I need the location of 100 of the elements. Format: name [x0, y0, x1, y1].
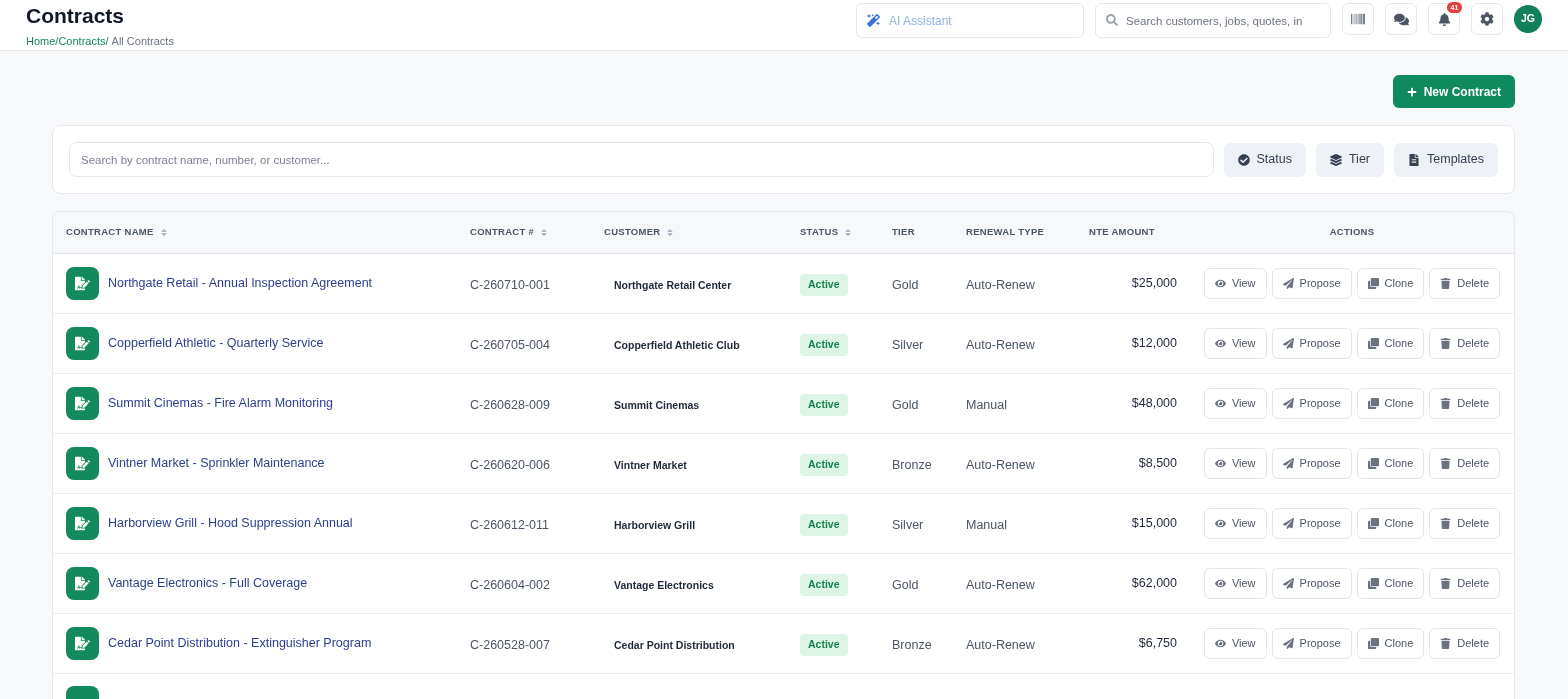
- trash-icon: [1440, 518, 1452, 529]
- contract-name-link[interactable]: Vantage Electronics - Full Coverage: [108, 574, 308, 593]
- copy-icon: [1367, 518, 1379, 529]
- renewal-type: Manual: [966, 397, 1007, 412]
- trash-icon: [1440, 338, 1452, 349]
- contract-icon: [66, 507, 99, 540]
- clone-button[interactable]: Clone: [1356, 448, 1425, 479]
- customer-name: Vintner Market: [614, 458, 687, 471]
- tier-label: Gold: [892, 577, 919, 592]
- view-button[interactable]: View: [1203, 448, 1267, 479]
- status-badge: Active: [800, 394, 848, 416]
- copy-icon: [1367, 578, 1379, 589]
- view-button[interactable]: View: [1203, 268, 1267, 299]
- column-header[interactable]: CUSTOMER: [604, 225, 661, 240]
- clone-button[interactable]: Clone: [1356, 328, 1425, 359]
- contract-name-link[interactable]: Vintner Market - Sprinkler Maintenance: [108, 454, 325, 473]
- delete-button[interactable]: Delete: [1429, 568, 1501, 599]
- propose-button[interactable]: Propose: [1271, 448, 1352, 479]
- propose-button[interactable]: Propose: [1271, 508, 1352, 539]
- copy-icon: [1367, 278, 1379, 289]
- contract-icon: [66, 327, 99, 360]
- delete-button[interactable]: Delete: [1429, 388, 1501, 419]
- status-filter-button[interactable]: Status: [1223, 142, 1306, 177]
- eye-icon: [1214, 458, 1226, 469]
- eye-icon: [1214, 278, 1226, 289]
- sort-icon[interactable]: [666, 228, 675, 237]
- column-header[interactable]: STATUS: [800, 225, 839, 240]
- sort-icon[interactable]: [540, 228, 549, 237]
- ai-assistant-field[interactable]: AI Assistant: [856, 3, 1084, 38]
- view-button[interactable]: View: [1203, 568, 1267, 599]
- propose-button[interactable]: Propose: [1271, 388, 1352, 419]
- renewal-type: Auto-Renew: [966, 277, 1035, 292]
- tier-label: Gold: [892, 277, 919, 292]
- nte-amount: $25,000: [1131, 275, 1177, 293]
- clone-button[interactable]: Clone: [1356, 388, 1425, 419]
- new-contract-button[interactable]: New Contract: [1392, 75, 1515, 108]
- contract-name-link[interactable]: Cedar Point Distribution - Extinguisher Program: [108, 634, 372, 653]
- contract-name-link[interactable]: Harborview Grill - Hood Suppression Annual: [108, 514, 353, 533]
- page-title: Contracts: [26, 3, 126, 29]
- breadcrumb-separator: /: [105, 34, 109, 48]
- eye-icon: [1214, 518, 1226, 529]
- chat-bubbles-icon: [1393, 11, 1409, 27]
- view-button[interactable]: View: [1203, 628, 1267, 659]
- contract-name-link[interactable]: Northgate Retail - Annual Inspection Agreement: [108, 274, 373, 293]
- tier-label: Bronze: [892, 457, 932, 472]
- tier-label: Silver: [892, 517, 924, 532]
- propose-button[interactable]: Propose: [1271, 568, 1352, 599]
- delete-button[interactable]: Delete: [1429, 268, 1501, 299]
- contract-name-link[interactable]: Summit Cinemas - Fire Alarm Monitoring: [108, 394, 334, 413]
- nte-amount: $12,000: [1131, 335, 1177, 353]
- search-icon: [1106, 14, 1118, 26]
- renewal-type: Manual: [966, 517, 1007, 532]
- status-badge: Active: [800, 274, 848, 296]
- propose-button[interactable]: Propose: [1271, 268, 1352, 299]
- view-button[interactable]: View: [1203, 508, 1267, 539]
- paper-plane-icon: [1282, 338, 1294, 349]
- global-search-field[interactable]: Search customers, jobs, quotes, in: [1095, 3, 1331, 38]
- paper-plane-icon: [1282, 638, 1294, 649]
- delete-button[interactable]: Delete: [1429, 508, 1501, 539]
- delete-button[interactable]: Delete: [1429, 328, 1501, 359]
- clone-button[interactable]: Clone: [1356, 268, 1425, 299]
- clone-button[interactable]: Clone: [1356, 568, 1425, 599]
- barcode-button[interactable]: [1342, 3, 1374, 35]
- delete-button[interactable]: Delete: [1429, 628, 1501, 659]
- magic-wand-icon: [867, 14, 880, 27]
- settings-button[interactable]: [1471, 3, 1503, 35]
- templates-button[interactable]: Templates: [1394, 142, 1498, 177]
- clone-button[interactable]: Clone: [1356, 508, 1425, 539]
- view-button[interactable]: View: [1203, 388, 1267, 419]
- column-header[interactable]: CONTRACT NAME: [66, 225, 154, 240]
- contract-search-field[interactable]: Search by contract name, number, or customer...: [69, 142, 1214, 177]
- contract-number: C-260710-001: [470, 277, 550, 292]
- column-header: ACTIONS: [1329, 225, 1375, 240]
- paper-plane-icon: [1282, 398, 1294, 409]
- contract-number: C-260528-007: [470, 637, 550, 652]
- breadcrumb-link[interactable]: Home: [26, 34, 56, 48]
- user-avatar[interactable]: JG: [1514, 5, 1542, 33]
- paper-plane-icon: [1282, 458, 1294, 469]
- copy-icon: [1367, 638, 1379, 649]
- customer-name: Harborview Grill: [614, 518, 696, 531]
- propose-button[interactable]: Propose: [1271, 328, 1352, 359]
- view-button[interactable]: View: [1203, 328, 1267, 359]
- clone-button[interactable]: Clone: [1356, 628, 1425, 659]
- contract-number: C-260705-004: [470, 337, 550, 352]
- trash-icon: [1440, 638, 1452, 649]
- contract-name-link[interactable]: Copperfield Athletic - Quarterly Service: [108, 334, 324, 353]
- messages-button[interactable]: [1385, 3, 1417, 35]
- breadcrumb-separator: /: [55, 34, 59, 48]
- sort-icon[interactable]: [844, 228, 853, 237]
- column-header[interactable]: CONTRACT #: [470, 225, 535, 240]
- sort-icon[interactable]: [159, 228, 168, 237]
- breadcrumb-link[interactable]: Contracts: [58, 34, 106, 48]
- column-header: TIER: [892, 225, 915, 240]
- contract-number: C-260604-002: [470, 577, 550, 592]
- nte-amount: $6,750: [1138, 635, 1177, 653]
- plus-icon: [1406, 86, 1417, 97]
- propose-button[interactable]: Propose: [1271, 628, 1352, 659]
- trash-icon: [1440, 458, 1452, 469]
- tier-filter-button[interactable]: Tier: [1315, 142, 1384, 177]
- delete-button[interactable]: Delete: [1429, 448, 1501, 479]
